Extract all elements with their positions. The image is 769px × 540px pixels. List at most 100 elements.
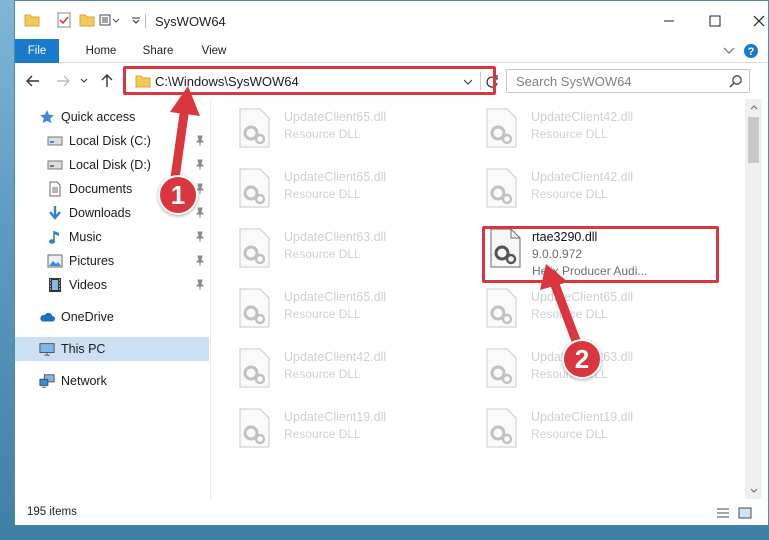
status-bar: 195 items — [15, 501, 768, 525]
recent-locations-button[interactable] — [77, 71, 91, 91]
pin-icon[interactable] — [194, 231, 206, 243]
vertical-scrollbar[interactable] — [745, 99, 762, 499]
sidebar-item-quick-access[interactable]: Quick access — [15, 105, 209, 129]
file-item[interactable]: UpdateClient65.dll Resource DLL — [226, 103, 456, 153]
title-separator — [145, 14, 146, 28]
dll-file-icon — [239, 408, 270, 448]
maximize-button[interactable] — [693, 7, 737, 35]
forward-button[interactable] — [53, 71, 73, 91]
svg-text:?: ? — [748, 46, 755, 58]
file-type: Resource DLL — [531, 427, 608, 441]
sidebar-item-local-disk-c[interactable]: Local Disk (C:) — [15, 129, 209, 153]
pin-icon[interactable] — [194, 159, 206, 171]
sidebar-item-label: Downloads — [69, 206, 131, 220]
scroll-up-icon[interactable] — [745, 99, 762, 115]
dll-file-icon — [486, 348, 517, 388]
pin-icon[interactable] — [194, 135, 206, 147]
large-icons-view-icon[interactable] — [737, 505, 753, 521]
file-item[interactable]: UpdateClient65.dll Resource DLL — [226, 163, 456, 213]
scroll-thumb[interactable] — [748, 117, 759, 163]
sidebar-item-label: Music — [69, 230, 102, 244]
sidebar-item-music[interactable]: Music — [15, 225, 209, 249]
pictures-icon — [47, 253, 63, 269]
sidebar-item-this-pc[interactable]: This PC — [15, 337, 209, 361]
up-button[interactable] — [97, 71, 117, 91]
file-type: Resource DLL — [284, 427, 361, 441]
tab-view[interactable]: View — [191, 39, 237, 63]
help-icon[interactable]: ? — [743, 43, 759, 59]
pin-icon[interactable] — [194, 279, 206, 291]
step-2-badge: 2 — [562, 339, 602, 379]
step-1-badge: 1 — [158, 175, 198, 215]
search-icon[interactable] — [729, 74, 743, 91]
file-name: UpdateClient19.dll — [531, 410, 634, 424]
tab-share[interactable]: Share — [133, 39, 183, 63]
item-count: 195 items — [27, 506, 77, 518]
computer-icon — [39, 341, 55, 357]
file-name: UpdateClient65.dll — [531, 290, 634, 304]
cloud-icon — [39, 309, 55, 325]
drive-icon — [47, 157, 63, 173]
file-highlight — [482, 226, 719, 283]
new-folder-icon[interactable] — [78, 11, 96, 29]
music-icon — [47, 229, 63, 245]
file-item[interactable]: UpdateClient65.dll Resource DLL — [226, 283, 456, 333]
sidebar-item-label: Videos — [69, 278, 107, 292]
sidebar-item-label: This PC — [61, 342, 106, 356]
tab-home[interactable]: Home — [73, 39, 129, 63]
dll-file-icon — [486, 288, 517, 328]
sidebar-item-onedrive[interactable]: OneDrive — [15, 305, 209, 329]
sidebar-item-local-disk-d[interactable]: Local Disk (D:) — [15, 153, 209, 177]
expand-ribbon-icon[interactable] — [721, 43, 737, 59]
properties-icon[interactable] — [55, 11, 73, 29]
dll-file-icon — [486, 408, 517, 448]
ribbon-tabs: File Home Share View ? — [15, 39, 768, 63]
document-icon — [47, 181, 63, 197]
folder-icon[interactable] — [23, 11, 41, 29]
pin-icon[interactable] — [194, 255, 206, 267]
file-name: UpdateClient63.dll — [284, 230, 387, 244]
pin-icon[interactable] — [194, 207, 206, 219]
scroll-down-icon[interactable] — [745, 483, 762, 499]
file-name: UpdateClient65.dll — [284, 110, 387, 124]
file-item[interactable]: UpdateClient42.dll Resource DLL — [473, 103, 703, 153]
back-button[interactable] — [23, 71, 43, 91]
file-name: UpdateClient19.dll — [284, 410, 387, 424]
drive-icon — [47, 133, 63, 149]
tab-file[interactable]: File — [15, 39, 59, 63]
minimize-button[interactable] — [647, 7, 691, 35]
dll-file-icon — [239, 228, 270, 268]
file-item[interactable]: UpdateClient42.dll Resource DLL — [473, 163, 703, 213]
videos-icon — [47, 277, 63, 293]
title-bar: SysWOW64 — [15, 1, 768, 39]
file-type: Resource DLL — [531, 187, 608, 201]
sidebar-item-label: OneDrive — [61, 310, 114, 324]
sidebar-item-label: Documents — [69, 182, 133, 196]
file-item[interactable]: UpdateClient42.dll Resource DLL — [226, 343, 456, 393]
file-name: UpdateClient42.dll — [284, 350, 387, 364]
sidebar-item-pictures[interactable]: Pictures — [15, 249, 209, 273]
sidebar-item-videos[interactable]: Videos — [15, 273, 209, 297]
chevron-down-icon[interactable] — [127, 11, 145, 29]
sidebar-item-network[interactable]: Network — [15, 369, 209, 393]
navigation-pane: Quick access Local Disk (C:) Local Disk … — [15, 99, 211, 499]
file-item[interactable]: UpdateClient19.dll Resource DLL — [226, 403, 456, 453]
customize-icon[interactable] — [99, 11, 125, 29]
explorer-window: SysWOW64 File Home Share View ? C:\Windo… — [14, 0, 769, 525]
download-icon — [47, 205, 63, 221]
file-item[interactable]: UpdateClient63.dll Resource DLL — [226, 223, 456, 273]
dll-file-icon — [239, 108, 270, 148]
file-item[interactable]: UpdateClient19.dll Resource DLL — [473, 403, 703, 453]
details-view-icon[interactable] — [715, 505, 731, 521]
close-button[interactable] — [737, 7, 769, 35]
file-type: Resource DLL — [284, 247, 361, 261]
star-icon — [39, 109, 55, 125]
file-item[interactable]: UpdateClient65.dll Resource DLL — [473, 283, 703, 333]
dll-file-icon — [239, 348, 270, 388]
sidebar-item-label: Pictures — [69, 254, 115, 268]
dll-file-icon — [239, 168, 270, 208]
file-type: Resource DLL — [531, 127, 608, 141]
search-input[interactable]: Search SysWOW64 — [506, 69, 750, 93]
dll-file-icon — [239, 288, 270, 328]
sidebar-item-label: Local Disk (C:) — [69, 134, 151, 148]
